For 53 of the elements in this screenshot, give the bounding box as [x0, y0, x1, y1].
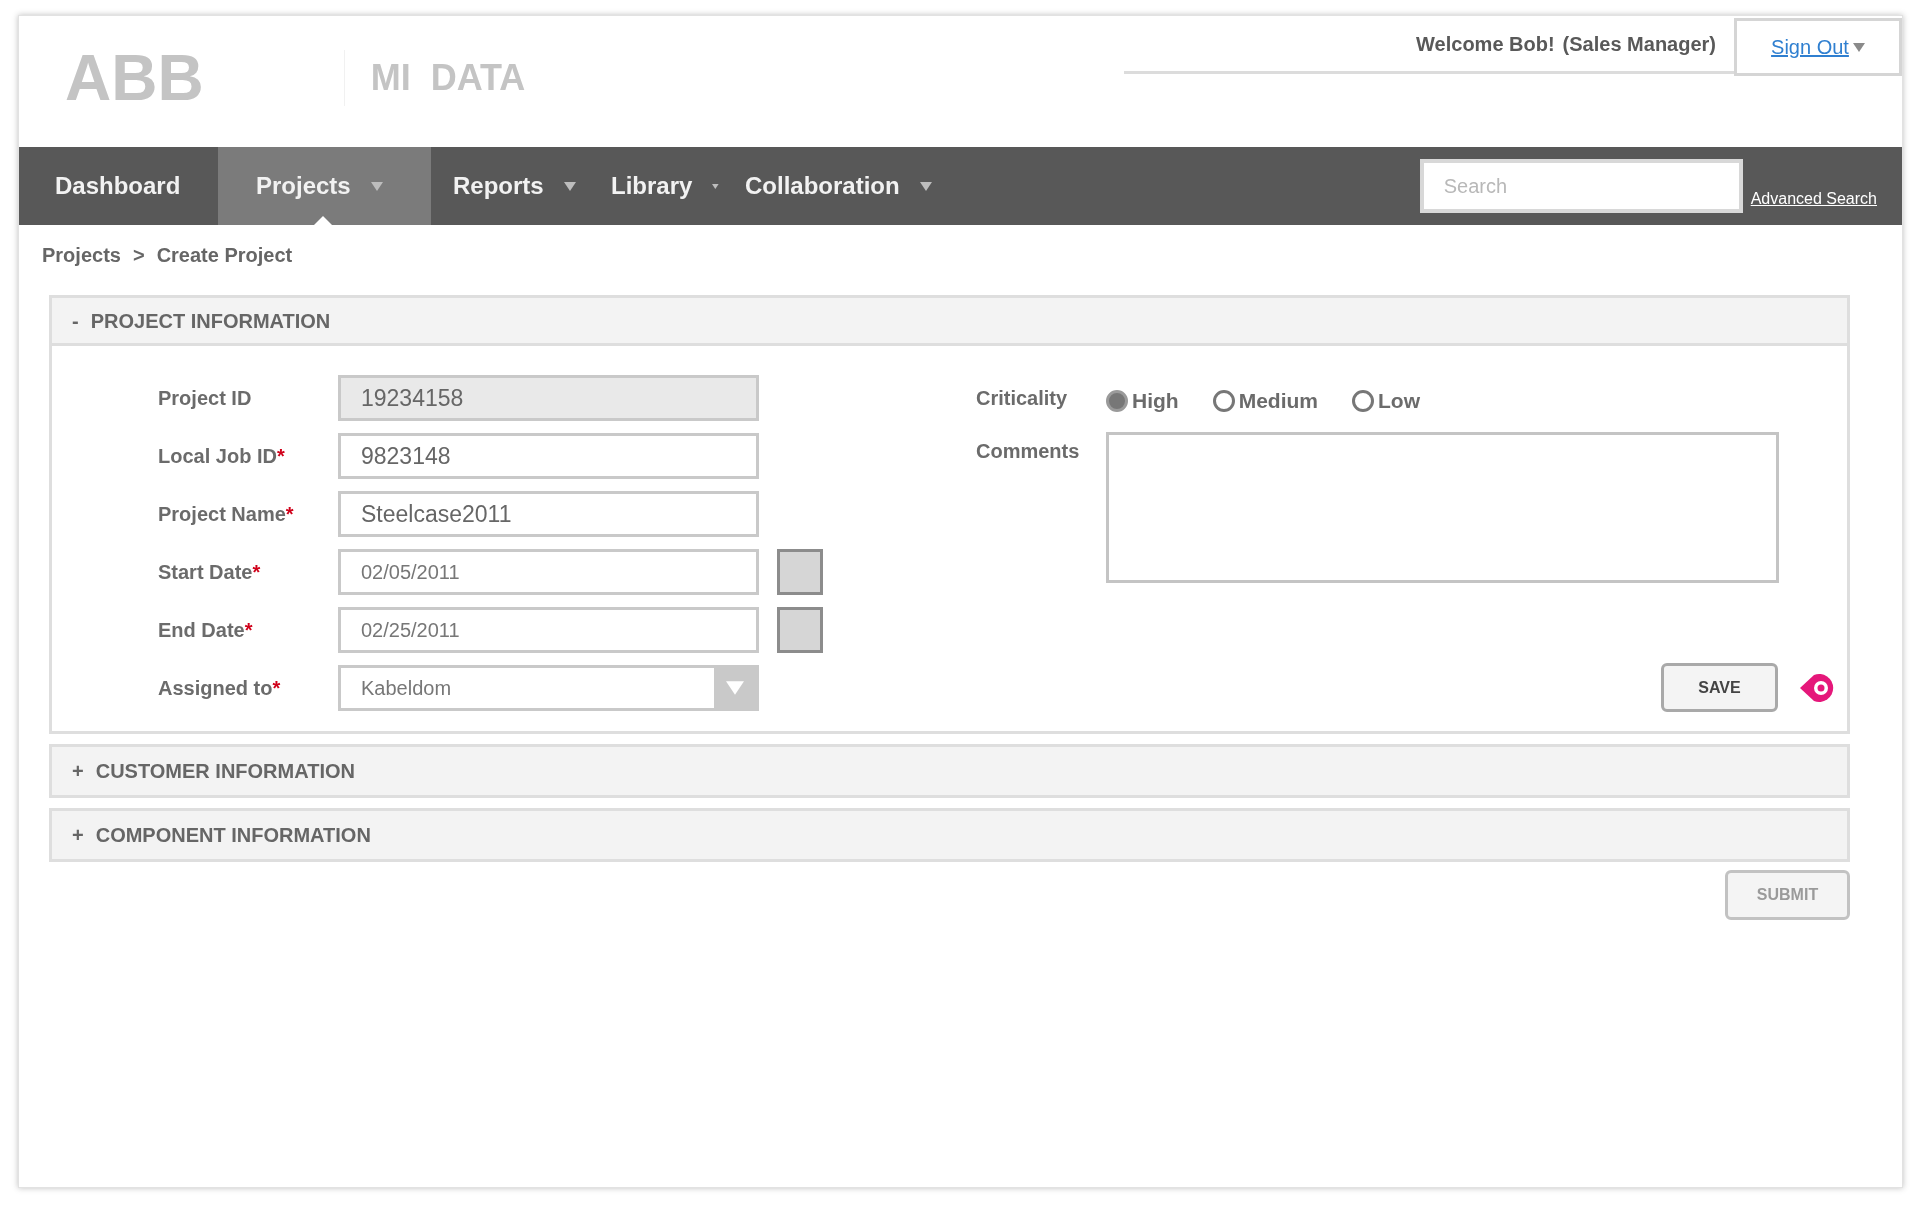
calendar-button[interactable]	[777, 549, 823, 595]
logo: ABB	[65, 46, 204, 110]
caret-icon	[1852, 42, 1865, 52]
nav-tab[interactable]: Collaboration	[719, 147, 969, 225]
text-field[interactable]: 19234158	[338, 375, 759, 421]
nav-tab[interactable]: Library	[581, 147, 719, 225]
save-button[interactable]: SAVE	[1661, 663, 1778, 712]
date-field[interactable]: 02/05/2011	[338, 549, 759, 595]
app-name: MI DATA	[370, 60, 526, 96]
caret-icon	[370, 181, 383, 191]
caret-icon	[712, 181, 719, 191]
field-label: Comments	[976, 439, 1081, 464]
section-title[interactable]: PROJECT INFORMATION	[90, 305, 331, 336]
text-field[interactable]: 9823148	[338, 433, 759, 479]
field-label: Project ID	[158, 386, 253, 411]
breadcrumb-separator: >	[132, 243, 145, 268]
comments-field[interactable]	[1106, 432, 1779, 583]
radio-button[interactable]	[1212, 390, 1235, 412]
nav-tab[interactable]: Projects	[218, 147, 431, 225]
nav-tab[interactable]: Reports	[431, 147, 581, 225]
welcome-text: Welcome Bob!	[1416, 31, 1555, 57]
expand-toggle[interactable]: +	[72, 820, 84, 850]
dropdown-arrow-icon	[726, 681, 744, 695]
radio-button[interactable]	[1352, 390, 1374, 412]
sign-out-button[interactable]: Sign Out	[1734, 18, 1902, 76]
field-label: End Date*	[158, 618, 254, 643]
section-title[interactable]: COMPONENT INFORMATION	[95, 820, 371, 850]
radio-button[interactable]	[1106, 390, 1128, 412]
radio-label[interactable]: Low	[1378, 385, 1420, 417]
date-field[interactable]: 02/25/2011	[338, 607, 759, 653]
caret-icon	[563, 181, 576, 191]
breadcrumb-current: Create Project	[156, 243, 293, 268]
collapse-toggle[interactable]: -	[72, 305, 79, 336]
field-label: Project Name*	[158, 502, 295, 527]
text-field[interactable]: Steelcase2011	[338, 491, 759, 537]
section-title[interactable]: CUSTOMER INFORMATION	[95, 756, 355, 786]
calendar-button[interactable]	[777, 607, 823, 653]
caret-icon	[919, 181, 932, 191]
tab-pointer-icon	[314, 216, 332, 225]
field-label: Assigned to*	[158, 676, 282, 701]
radio-label[interactable]: High	[1132, 385, 1179, 417]
breadcrumb-link[interactable]: Projects	[42, 240, 121, 270]
user-role: (Sales Manager)	[1562, 31, 1716, 57]
assignee-dropdown[interactable]: Kabeldom	[338, 665, 759, 711]
expand-toggle[interactable]: +	[72, 756, 84, 786]
field-label: Local Job ID*	[158, 444, 286, 469]
field-label: Start Date*	[158, 560, 262, 585]
nav-tab[interactable]: Dashboard	[19, 147, 218, 225]
radio-label[interactable]: Medium	[1238, 385, 1318, 417]
advanced-search-link[interactable]: Advanced Search	[1750, 187, 1877, 211]
field-label: Criticality	[976, 386, 1069, 411]
marker-icon[interactable]	[1800, 672, 1836, 703]
search-field[interactable]: Search	[1419, 159, 1743, 213]
